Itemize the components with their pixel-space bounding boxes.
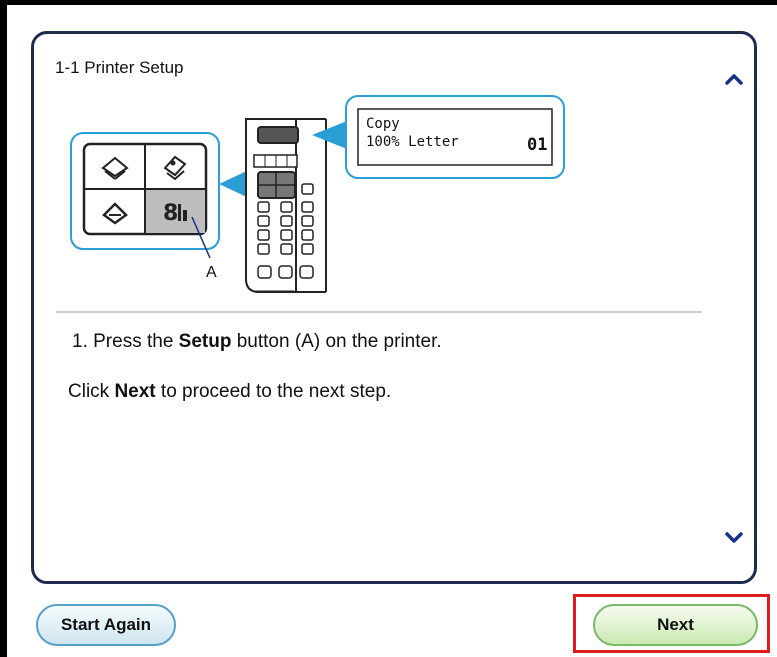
- step-instruction: 1. Press the Setup button (A) on the pri…: [72, 331, 442, 352]
- svg-text:8: 8: [163, 201, 178, 226]
- divider: [56, 311, 702, 313]
- lcd-line2: 100% Letter: [366, 134, 459, 150]
- printer-illustration: 8 A Copy 100% Letter 01: [70, 95, 565, 293]
- setup-panel: 1-1 Printer Setup 8 A Copy 100% Letter 0…: [31, 31, 757, 584]
- lcd-line1: Copy: [366, 116, 400, 132]
- next-keyword: Next: [114, 381, 156, 402]
- window-frame-top: [0, 0, 777, 5]
- start-again-button[interactable]: Start Again: [36, 604, 176, 646]
- window-frame-left: [0, 0, 7, 657]
- next-hint: Click Next to proceed to the next step.: [68, 381, 392, 402]
- next-button[interactable]: Next: [593, 604, 758, 646]
- setup-keyword: Setup: [178, 331, 232, 352]
- scroll-down-icon[interactable]: [724, 531, 744, 545]
- lcd-count: 01: [527, 135, 547, 155]
- lcd-display: [257, 126, 299, 144]
- callout-label-a: A: [206, 264, 217, 281]
